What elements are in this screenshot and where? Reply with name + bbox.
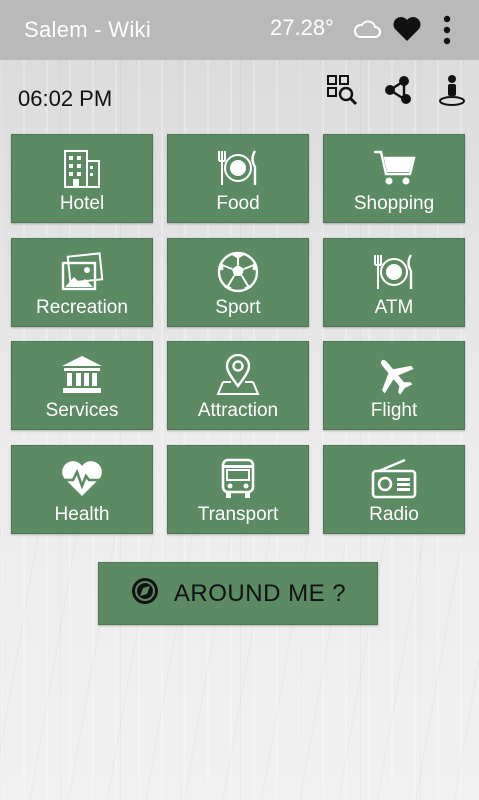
share-icon[interactable] [382, 74, 414, 106]
tile-label: Flight [370, 400, 418, 421]
tile-label: Transport [197, 504, 279, 525]
tile-label: Shopping [353, 193, 435, 214]
tile-label: Services [45, 400, 119, 421]
radio-icon [371, 458, 417, 500]
heart-pulse-icon [59, 458, 105, 500]
around-me-label: AROUND ME ? [173, 579, 347, 607]
tile-label: Attraction [197, 400, 279, 421]
bus-icon [215, 458, 261, 500]
tile-label: Hotel [59, 193, 105, 214]
app-bar: Salem - Wiki 27.28° [0, 0, 479, 60]
tile-flight[interactable]: Flight [323, 341, 465, 430]
time-display: 06:02 PM [18, 86, 113, 111]
tile-label: Food [216, 193, 260, 214]
airplane-icon [371, 354, 417, 396]
tile-transport[interactable]: Transport [167, 445, 309, 534]
plate-cutlery-icon [371, 251, 417, 293]
tile-label: Radio [369, 504, 419, 525]
tile-attraction[interactable]: Attraction [167, 341, 309, 430]
cart-icon [371, 147, 417, 189]
tile-sport[interactable]: Sport [167, 238, 309, 327]
building-icon [59, 147, 105, 189]
qr-search-icon[interactable] [326, 74, 358, 106]
tile-recreation[interactable]: Recreation [11, 238, 153, 327]
app-title: Salem - Wiki [24, 17, 152, 42]
tile-services[interactable]: Services [11, 341, 153, 430]
soccer-ball-icon [215, 251, 261, 293]
tile-atm[interactable]: ATM [323, 238, 465, 327]
tile-hotel[interactable]: Hotel [11, 134, 153, 223]
around-me-button[interactable]: AROUND ME ? [98, 562, 378, 625]
tile-label: Sport [215, 297, 261, 318]
tile-food[interactable]: Food [167, 134, 309, 223]
temperature-readout: 27.28° [270, 15, 334, 40]
bank-icon [59, 354, 105, 396]
heart-icon[interactable] [392, 15, 422, 48]
more-vert-icon[interactable] [440, 14, 454, 51]
compass-icon [130, 576, 160, 611]
tile-health[interactable]: Health [11, 445, 153, 534]
street-view-icon[interactable] [436, 74, 468, 106]
tile-radio[interactable]: Radio [323, 445, 465, 534]
cloud-icon[interactable] [352, 16, 382, 47]
tile-label: Recreation [36, 297, 128, 318]
tile-label: Health [54, 504, 110, 525]
photos-icon [59, 251, 105, 293]
tile-label: ATM [374, 297, 414, 318]
map-pin-icon [215, 353, 261, 396]
tile-shopping[interactable]: Shopping [323, 134, 465, 223]
plate-cutlery-icon [215, 147, 261, 189]
